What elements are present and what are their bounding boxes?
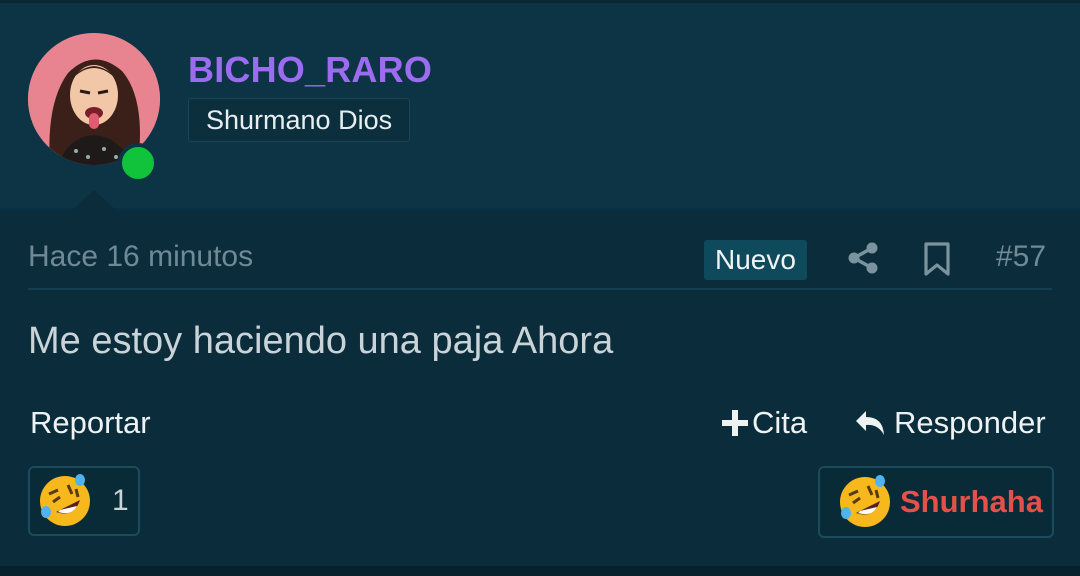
react-button-label: Shurhaha xyxy=(900,484,1043,519)
report-button[interactable]: Reportar xyxy=(30,405,151,441)
reply-button[interactable]: Responder xyxy=(854,405,1046,441)
user-rank-badge: Shurmano Dios xyxy=(188,98,411,142)
reaction-count: 1 xyxy=(112,484,129,517)
reply-label: Responder xyxy=(894,405,1046,440)
plus-icon xyxy=(722,410,748,436)
post-content: Me estoy haciendo una paja Ahora xyxy=(28,320,614,362)
rolling-on-floor-laughing-icon xyxy=(840,475,890,527)
reply-arrow-icon xyxy=(856,411,884,435)
quote-button[interactable]: Cita xyxy=(720,405,807,441)
new-badge: Nuevo xyxy=(704,240,807,280)
meta-divider xyxy=(28,288,1052,290)
username-link[interactable]: BICHO_RARO xyxy=(188,49,432,91)
header-pointer xyxy=(70,190,118,212)
header-divider xyxy=(0,208,1080,211)
reaction-summary[interactable]: 1 xyxy=(28,466,140,536)
post-author-header: BICHO_RARO Shurmano Dios xyxy=(0,3,1080,211)
quote-label: Cita xyxy=(752,405,808,440)
rolling-on-floor-laughing-icon xyxy=(40,474,90,526)
react-shurhaha-button[interactable]: Shurhaha xyxy=(818,466,1054,538)
share-icon[interactable] xyxy=(846,241,880,275)
bookmark-icon[interactable] xyxy=(922,241,952,277)
post-timestamp[interactable]: Hace 16 minutos xyxy=(28,240,253,274)
bottom-border xyxy=(0,566,1080,576)
avatar[interactable] xyxy=(28,33,160,183)
online-status-indicator xyxy=(118,143,158,183)
post-number-link[interactable]: #57 xyxy=(996,240,1046,274)
